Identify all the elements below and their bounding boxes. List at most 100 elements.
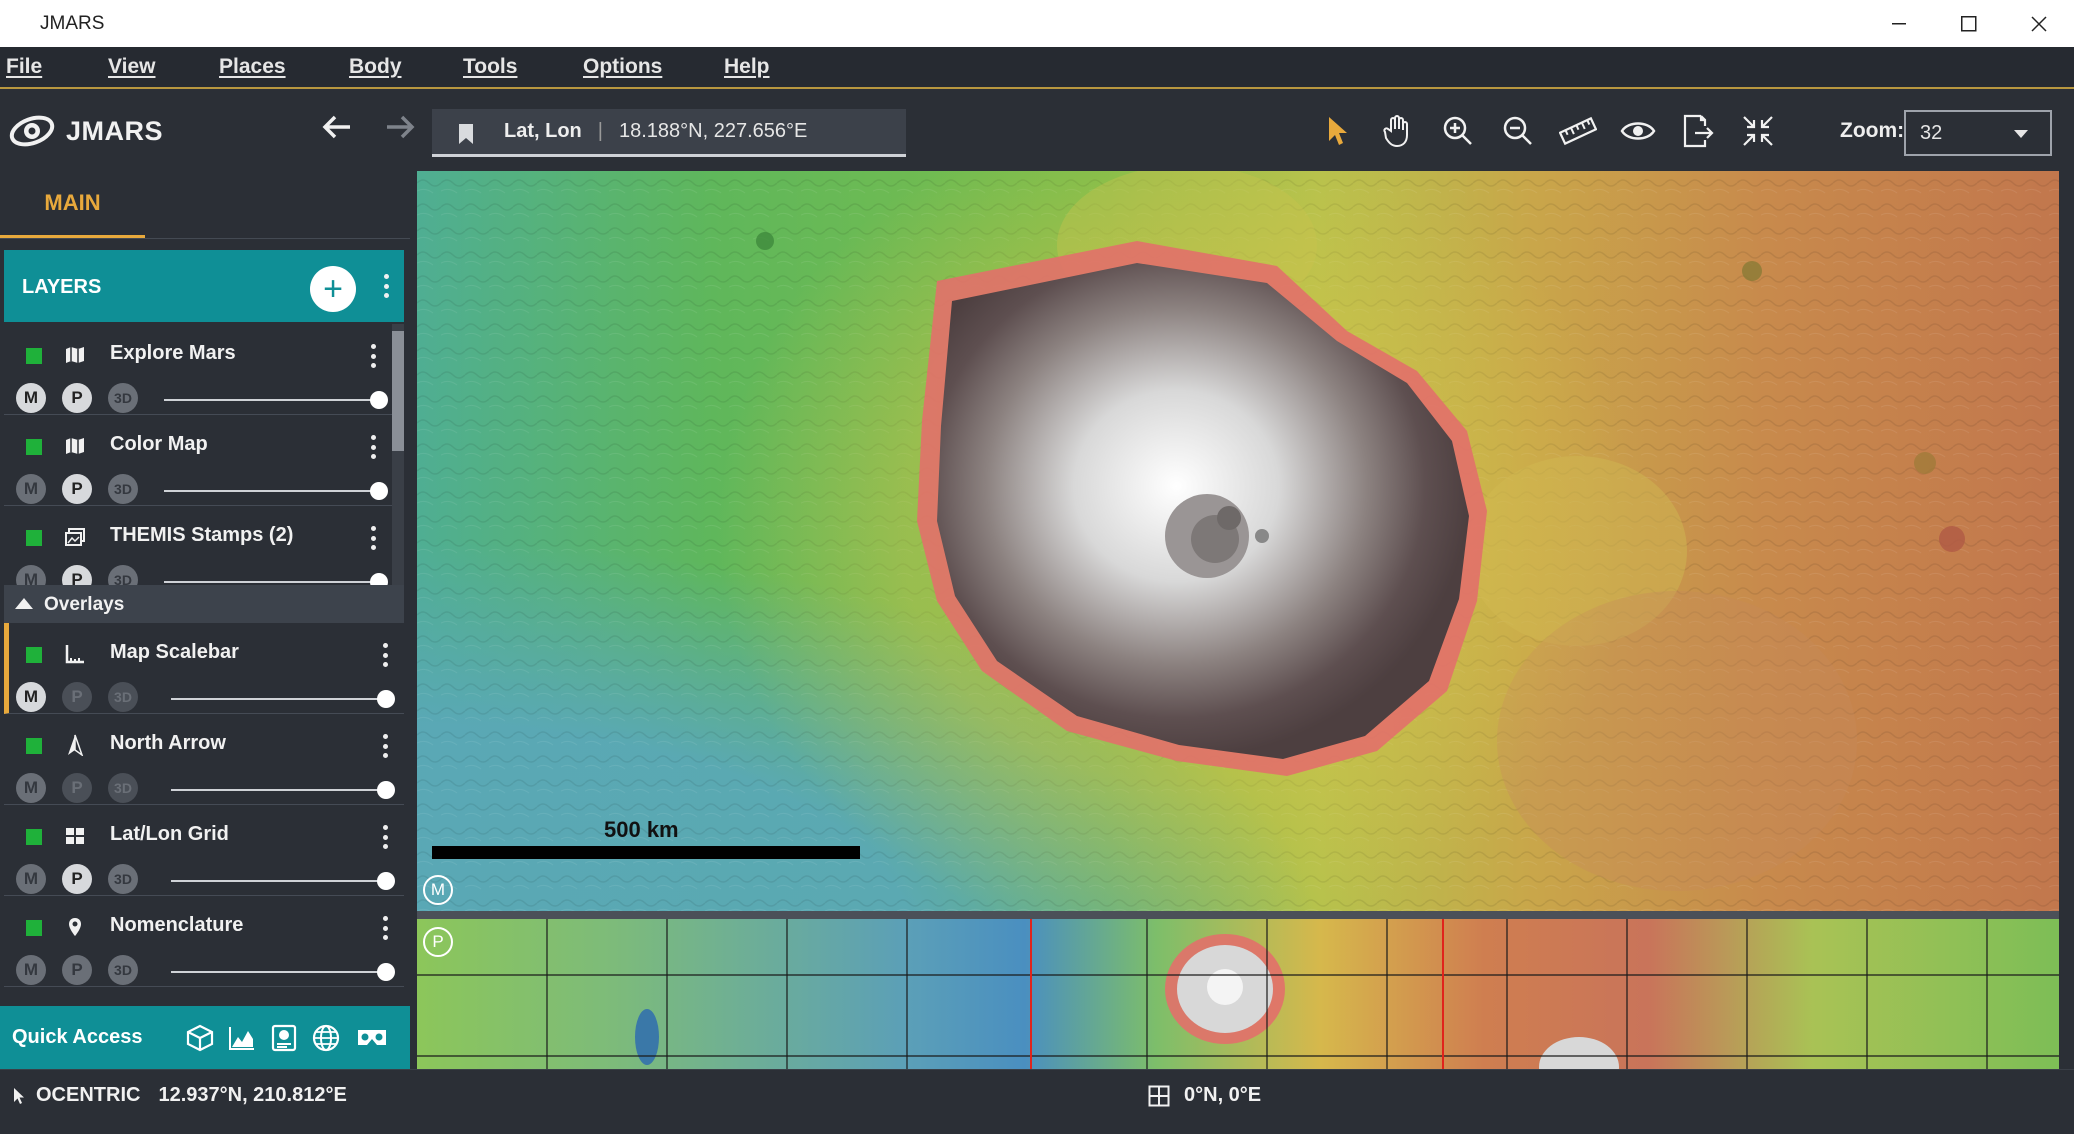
3d-view-toggle[interactable]: 3D [108,955,138,985]
add-layer-button[interactable]: + [310,266,356,312]
main-map-view[interactable]: M [417,171,2059,911]
hand-icon [1383,115,1408,148]
overlay-item-north-arrow[interactable]: North Arrow M P 3D [4,714,404,805]
layer-visibility-checkbox[interactable] [26,530,42,546]
opacity-slider[interactable] [164,482,388,500]
map-scalebar [432,846,860,859]
overlay-menu-icon[interactable] [382,916,388,940]
minimize-button[interactable] [1864,0,1934,47]
opacity-slider[interactable] [171,690,395,708]
overlay-menu-icon[interactable] [382,825,388,849]
location-box[interactable]: Lat, Lon | 18.188°N, 227.656°E [432,109,906,157]
layer-menu-icon[interactable] [370,526,376,550]
layers-header: LAYERS + [4,250,404,322]
layers-menu-icon[interactable] [383,274,389,298]
slider-knob[interactable] [377,690,395,708]
zoom-out-button[interactable] [1496,109,1540,153]
slider-knob[interactable] [377,963,395,981]
menu-options[interactable]: Options [583,55,662,79]
panner-view-toggle[interactable]: P [62,955,92,985]
opacity-slider[interactable] [171,781,395,799]
main-view-toggle[interactable]: M [16,955,46,985]
menu-file[interactable]: File [6,55,42,79]
layers-scrollbar-thumb[interactable] [392,331,404,451]
globe-button[interactable] [310,1022,342,1054]
overlay-visibility-checkbox[interactable] [26,920,42,936]
3d-view-toggle[interactable]: 3D [108,864,138,894]
layer-menu-icon[interactable] [370,344,376,368]
main-view-toggle[interactable]: M [16,383,46,413]
overlays-header[interactable]: Overlays [4,585,404,623]
select-tool-button[interactable] [1316,109,1360,153]
main-view-toggle[interactable]: M [16,474,46,504]
quick-access-bar: Quick Access [0,1006,410,1069]
chart-button[interactable] [226,1022,258,1054]
slider-knob[interactable] [370,391,388,409]
view-toggle-button[interactable] [1616,109,1660,153]
layer-visibility-checkbox[interactable] [26,439,42,455]
overlay-menu-icon[interactable] [382,643,388,667]
window-title: JMARS [40,13,105,34]
layer-item-explore-mars[interactable]: Explore Mars M P 3D [4,324,392,415]
overlay-visibility-checkbox[interactable] [26,829,42,845]
toolbar: JMARS Lat, Lon | 18.188°N, 227.656°E Zoo… [0,89,2074,171]
menu-help[interactable]: Help [724,55,770,79]
maximize-button[interactable] [1934,0,2004,47]
map-icon [66,438,84,454]
map-panner-divider[interactable] [417,911,2059,919]
zoom-select[interactable]: 32 [1904,110,2052,156]
overlay-visibility-checkbox[interactable] [26,647,42,663]
mars-elevation-map[interactable] [417,171,2059,911]
overlay-item-lat-lon-grid[interactable]: Lat/Lon Grid M P 3D [4,805,404,896]
stamps-icon [65,528,85,546]
panner-view-toggle[interactable]: P [62,383,92,413]
export-button[interactable] [1676,109,1720,153]
stamp-viewer-button[interactable] [268,1022,300,1054]
pan-tool-button[interactable] [1376,109,1420,153]
zoom-in-button[interactable] [1436,109,1480,153]
opacity-slider[interactable] [171,963,395,981]
bookmark-icon[interactable] [458,123,474,145]
overlay-visibility-checkbox[interactable] [26,738,42,754]
location-value[interactable]: 18.188°N, 227.656°E [619,120,807,143]
overlay-item-nomenclature[interactable]: Nomenclature M P 3D [4,896,404,987]
slider-knob[interactable] [370,482,388,500]
main-view-toggle[interactable]: M [16,682,46,712]
menu-tools[interactable]: Tools [463,55,517,79]
layer-item-color-map[interactable]: Color Map M P 3D [4,415,392,506]
layer-name: Explore Mars [110,342,236,364]
3d-view-toggle[interactable]: 3D [108,383,138,413]
layer-item-themis-stamps[interactable]: THEMIS Stamps (2) M P 3D [4,506,392,595]
slider-knob[interactable] [377,781,395,799]
status-bar: OCENTRIC 12.937°N, 210.812°E 0°N, 0°E [0,1069,2074,1134]
opacity-slider[interactable] [164,573,388,591]
slider-knob[interactable] [377,872,395,890]
main-view-toggle[interactable]: M [16,864,46,894]
3d-cube-button[interactable] [184,1022,216,1054]
opacity-slider[interactable] [164,391,388,409]
vr-button[interactable] [356,1022,388,1054]
main-view-toggle[interactable]: M [16,773,46,803]
overlay-menu-icon[interactable] [382,734,388,758]
scalebar-label: 500 km [604,817,679,842]
menu-body[interactable]: Body [349,55,402,79]
opacity-slider[interactable] [171,872,395,890]
panner-map[interactable] [417,919,2059,1069]
panner-view-toggle[interactable]: P [62,864,92,894]
panner-view-toggle[interactable]: P [62,474,92,504]
layer-menu-icon[interactable] [370,435,376,459]
overlay-item-map-scalebar[interactable]: Map Scalebar M P 3D [4,623,404,714]
center-readout: 0°N, 0°E [1148,1084,1261,1107]
measure-tool-button[interactable] [1556,109,1600,153]
menu-places[interactable]: Places [219,55,286,79]
menu-view[interactable]: View [108,55,155,79]
close-button[interactable] [2004,0,2074,47]
collapse-button[interactable] [1736,109,1780,153]
tab-main[interactable]: MAIN [0,171,145,239]
zoom-out-icon [1503,116,1532,145]
back-button[interactable] [317,107,357,147]
forward-button[interactable] [380,107,420,147]
3d-view-toggle[interactable]: 3D [108,474,138,504]
layer-visibility-checkbox[interactable] [26,348,42,364]
panner-map-view[interactable]: P [417,919,2059,1069]
